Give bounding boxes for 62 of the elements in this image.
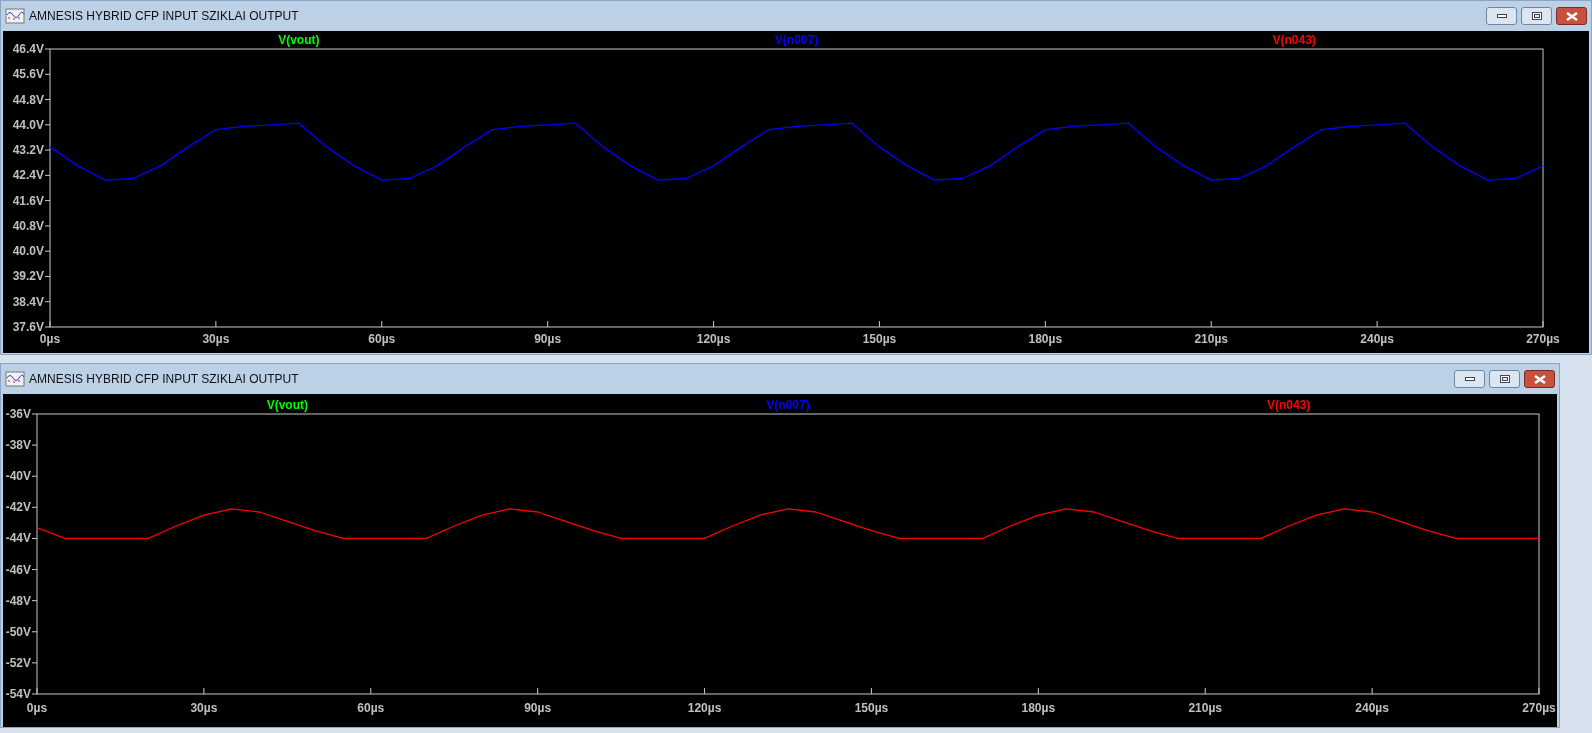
maximize-icon (1531, 12, 1542, 20)
y-axis-label: 45.6V (12, 67, 44, 82)
y-axis-label: 42.4V (12, 168, 44, 183)
x-axis-label: 60µs (368, 332, 396, 346)
close-button[interactable] (1556, 7, 1587, 25)
y-axis-label: 40.0V (12, 244, 44, 259)
y-axis-label: 44.0V (12, 117, 44, 132)
minimize-button[interactable] (1486, 7, 1517, 25)
minimize-icon (1496, 14, 1507, 18)
x-axis-label: 90µs (534, 332, 562, 346)
minimize-icon (1464, 377, 1475, 381)
y-axis-label: -40V (5, 469, 31, 484)
y-axis-label: -52V (5, 655, 31, 670)
trace-legend-label[interactable]: V(vout) (266, 398, 308, 412)
y-axis-label: 43.2V (12, 143, 44, 158)
close-button[interactable] (1524, 370, 1555, 388)
waveform-app-icon (5, 8, 25, 24)
y-axis-label: -38V (5, 438, 31, 453)
x-axis-label: 210µs (1188, 701, 1223, 715)
y-axis-label: 46.4V (12, 42, 44, 56)
x-axis-label: 30µs (202, 332, 230, 346)
x-axis-label: 240µs (1355, 701, 1389, 715)
maximize-button[interactable] (1521, 7, 1552, 25)
close-icon (1533, 374, 1546, 384)
trace-legend-label[interactable]: V(n043) (1267, 398, 1311, 412)
x-axis-label: 270µs (1522, 701, 1556, 715)
x-axis-label: 0µs (26, 701, 48, 715)
trace-legend-label[interactable]: V(n043) (1272, 33, 1316, 47)
x-axis-label: 180µs (1028, 332, 1063, 346)
y-axis-label: -44V (5, 531, 31, 546)
x-axis-label: 120µs (696, 332, 731, 346)
x-axis-label: 240µs (1360, 332, 1394, 346)
y-axis-label: -48V (5, 593, 31, 608)
x-axis-label: 90µs (524, 701, 552, 715)
y-axis-label: 41.6V (12, 193, 44, 208)
y-axis-label: -50V (5, 624, 31, 639)
x-axis-label: 60µs (357, 701, 385, 715)
y-axis-label: -46V (5, 562, 31, 577)
x-axis-label: 150µs (862, 332, 897, 346)
y-axis-label: 38.4V (12, 294, 44, 309)
y-axis-label: -54V (5, 687, 31, 701)
window-title: AMNESIS HYBRID CFP INPUT SZIKLAI OUTPUT (29, 371, 300, 388)
y-axis-label: 37.6V (12, 320, 44, 334)
y-axis-label: -36V (5, 407, 31, 421)
close-icon (1565, 11, 1578, 21)
x-axis-label: 0µs (39, 332, 61, 346)
y-axis-label: 44.8V (12, 92, 44, 107)
maximize-icon (1499, 375, 1510, 383)
x-axis-label: 180µs (1021, 701, 1056, 715)
trace-legend-label[interactable]: V(vout) (278, 33, 320, 47)
window-title: AMNESIS HYBRID CFP INPUT SZIKLAI OUTPUT (29, 8, 300, 25)
waveform-app-icon (5, 371, 25, 387)
x-axis-label: 30µs (190, 701, 218, 715)
x-axis-label: 120µs (687, 701, 722, 715)
minimize-button[interactable] (1454, 370, 1485, 388)
x-axis-label: 150µs (854, 701, 889, 715)
x-axis-label: 270µs (1526, 332, 1560, 346)
maximize-button[interactable] (1489, 370, 1520, 388)
x-axis-label: 210µs (1194, 332, 1229, 346)
y-axis-label: -42V (5, 500, 31, 515)
y-axis-label: 39.2V (12, 269, 44, 284)
y-axis-label: 40.8V (12, 218, 44, 233)
